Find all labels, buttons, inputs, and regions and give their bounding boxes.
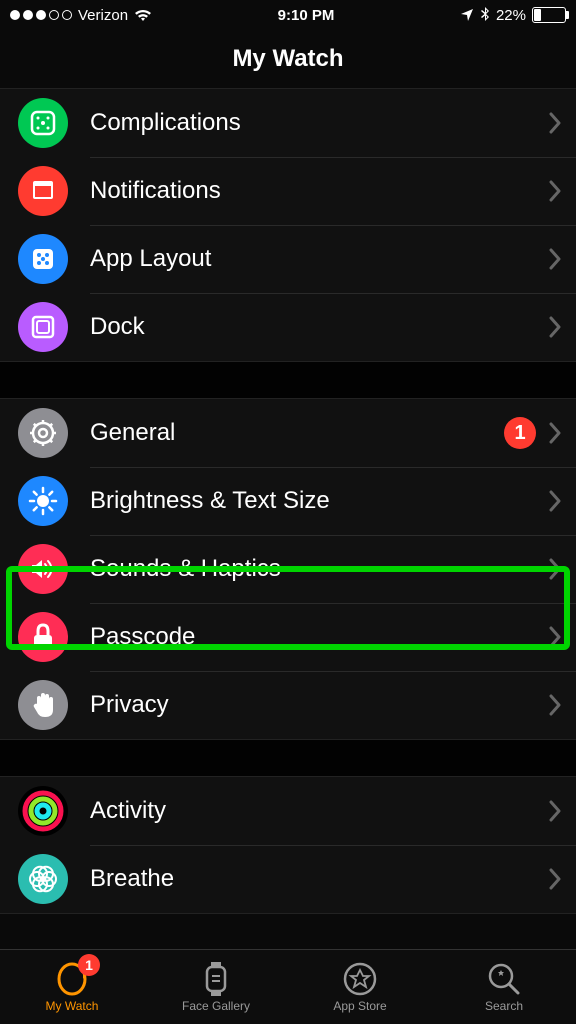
breathe-icon [18, 854, 68, 904]
search-icon [486, 961, 522, 997]
tab-face-gallery[interactable]: Face Gallery [144, 950, 288, 1024]
battery-pct: 22% [496, 7, 526, 24]
row-breathe[interactable]: Breathe [0, 845, 576, 913]
face-gallery-icon [200, 961, 232, 997]
row-general[interactable]: General1 [0, 399, 576, 467]
tab-label: Search [485, 999, 523, 1013]
hand-icon [18, 680, 68, 730]
chevron-right-icon [548, 490, 562, 512]
row-complications[interactable]: Complications [0, 89, 576, 157]
app-layout-icon [18, 234, 68, 284]
notifications-icon [18, 166, 68, 216]
signal-dots [10, 10, 72, 20]
tab-badge: 1 [78, 954, 100, 976]
chevron-right-icon [548, 800, 562, 822]
settings-list[interactable]: Complications Notifications App Layout Dock… [0, 88, 576, 949]
clock: 9:10 PM [278, 7, 335, 24]
tab-search[interactable]: Search [432, 950, 576, 1024]
tab-app-store[interactable]: App Store [288, 950, 432, 1024]
tab-label: Face Gallery [182, 999, 250, 1013]
chevron-right-icon [548, 422, 562, 444]
gear-icon [18, 408, 68, 458]
row-passcode[interactable]: Passcode [0, 603, 576, 671]
tab-label: App Store [333, 999, 386, 1013]
chevron-right-icon [548, 868, 562, 890]
complications-icon [18, 98, 68, 148]
wifi-icon [134, 8, 152, 22]
page-title: My Watch [0, 30, 576, 88]
chevron-right-icon [548, 316, 562, 338]
row-dock[interactable]: Dock [0, 293, 576, 361]
row-app-layout[interactable]: App Layout [0, 225, 576, 293]
brightness-icon [18, 476, 68, 526]
carrier-label: Verizon [78, 7, 128, 24]
speaker-icon [18, 544, 68, 594]
row-label: Activity [90, 797, 548, 825]
chevron-right-icon [548, 694, 562, 716]
status-bar: Verizon 9:10 PM 22% [0, 0, 576, 30]
battery-icon [532, 7, 566, 23]
row-brightness[interactable]: Brightness & Text Size [0, 467, 576, 535]
tab-label: My Watch [46, 999, 99, 1013]
chevron-right-icon [548, 180, 562, 202]
row-label: Passcode [90, 623, 548, 651]
chevron-right-icon [548, 626, 562, 648]
notification-badge: 1 [504, 417, 536, 449]
row-label: Breathe [90, 865, 548, 893]
row-label: Dock [90, 313, 548, 341]
row-label: Brightness & Text Size [90, 487, 548, 515]
row-notifications[interactable]: Notifications [0, 157, 576, 225]
tab-bar: My Watch 1 Face Gallery App Store Search [0, 949, 576, 1024]
row-activity[interactable]: Activity [0, 777, 576, 845]
row-label: Complications [90, 109, 548, 137]
location-icon [460, 8, 474, 22]
row-label: App Layout [90, 245, 548, 273]
lock-icon [18, 612, 68, 662]
chevron-right-icon [548, 112, 562, 134]
row-label: Privacy [90, 691, 548, 719]
activity-icon [18, 786, 68, 836]
tab-my-watch[interactable]: My Watch 1 [0, 950, 144, 1024]
app-store-icon [342, 961, 378, 997]
row-label: General [90, 419, 504, 447]
row-label: Sounds & Haptics [90, 555, 548, 583]
chevron-right-icon [548, 558, 562, 580]
chevron-right-icon [548, 248, 562, 270]
row-sounds[interactable]: Sounds & Haptics [0, 535, 576, 603]
row-label: Notifications [90, 177, 548, 205]
dock-icon [18, 302, 68, 352]
bluetooth-icon [480, 7, 490, 23]
row-privacy[interactable]: Privacy [0, 671, 576, 739]
